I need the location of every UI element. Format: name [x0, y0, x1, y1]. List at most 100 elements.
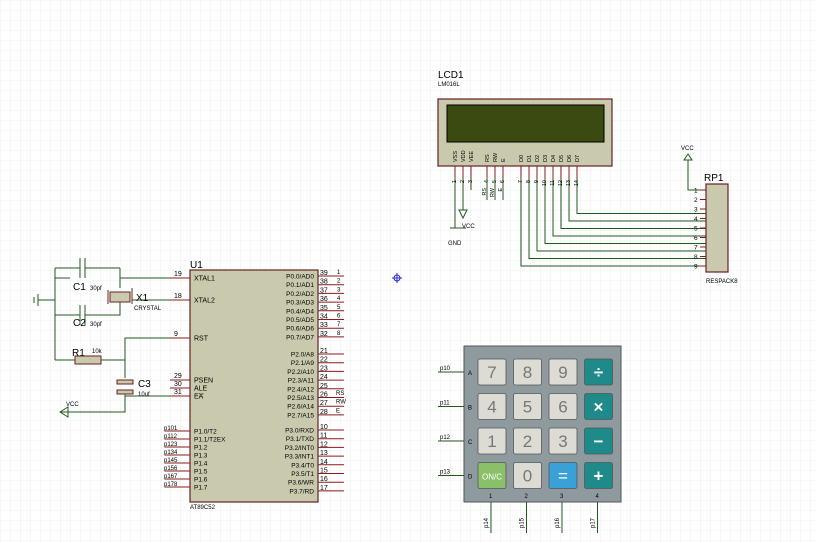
keypad-row-net: p13: [440, 470, 451, 476]
mcu-p1-name: P1.7: [194, 485, 208, 492]
mcu-p2-name: P2.7/A15: [287, 412, 314, 419]
key-label: ÷: [594, 363, 603, 382]
mcu-p0-num: 36: [320, 296, 328, 303]
mcu-p2-num: 24: [320, 374, 328, 381]
key-label: 9: [558, 363, 567, 382]
key-label: 4: [487, 398, 496, 417]
rp-ref: RP1: [704, 173, 724, 184]
key-label: 7: [487, 363, 496, 382]
mcu-p3-num: 15: [320, 468, 328, 475]
lcd-pin-num: 2: [460, 180, 466, 183]
mcu-p1-net: p178: [164, 482, 178, 488]
lcd-pin-name: VDD: [461, 150, 467, 162]
mcu-p1-name: P1.4: [194, 461, 208, 468]
mcu-ref: U1: [190, 260, 203, 271]
mcu-p0-num: 32: [320, 331, 328, 338]
respack-pin-num: 5: [694, 226, 698, 233]
key-label: 0: [523, 467, 532, 486]
rp-part: RESPACK8: [706, 279, 738, 285]
mcu-p3-name: P3.3/INT1: [285, 454, 315, 461]
mcu-part: AT89C52: [190, 505, 216, 511]
key-label: 5: [523, 398, 532, 417]
mcu-p3-num: 16: [320, 476, 328, 483]
mcu-p2-net: E: [336, 408, 340, 414]
mcu-p2-name: P2.3/A11: [288, 378, 315, 385]
mcu-p0-name: P0.3/AD3: [286, 300, 314, 307]
mcu-p3-num: 14: [320, 459, 328, 466]
key-label: ×: [594, 398, 604, 417]
respack-rp1[interactable]: [705, 183, 729, 273]
mcu-p3-name: P3.7/RD: [289, 488, 314, 495]
respack-pin-num: 9: [694, 264, 698, 271]
mcu-p0-name: P0.5/AD5: [286, 317, 314, 324]
lcd-pin-name: D0: [519, 155, 525, 162]
mcu-p2-name: P2.1/A9: [291, 360, 315, 367]
lcd-ctrl-net: E: [498, 188, 504, 192]
mcu-pin-name: RST: [194, 336, 209, 343]
lcd-pin-name: D3: [543, 155, 549, 162]
mcu-p0-num: 35: [320, 305, 328, 312]
mcu-p0-name: P0.4/AD4: [286, 308, 314, 315]
mcu-p1-name: P1.0/T2: [194, 429, 217, 436]
mcu-p0-num: 34: [320, 314, 328, 321]
r1-ref: R1: [72, 348, 85, 359]
c3-ref: C3: [138, 379, 151, 390]
mcu-p0-name: P0.2/AD2: [286, 291, 314, 298]
mcu-pin-num: 29: [174, 373, 182, 380]
lcd-part: LM016L: [438, 82, 460, 88]
mcu-p2-name: P2.4/A12: [287, 386, 314, 393]
x1-value: CRYSTAL: [134, 306, 162, 312]
mcu-pin-name: EA: [194, 394, 204, 401]
lcd-pin-num: 14: [574, 180, 580, 186]
lcd-pin-name: VSS: [453, 151, 459, 162]
mcu-p0-num: 38: [320, 279, 328, 286]
lcd-ctrl-net: RW: [490, 187, 496, 197]
lcd-pin-num: 9: [534, 180, 540, 183]
key-label: +: [594, 467, 604, 486]
mcu-p2-name: P2.5/A13: [287, 395, 314, 402]
mcu-p0-num: 39: [320, 270, 328, 277]
lcd-pin-name: E: [501, 158, 507, 162]
respack-pin-num: 6: [694, 235, 698, 242]
mcu-p1-net: p123: [164, 442, 178, 448]
lcd-pin-name: RS: [485, 154, 491, 162]
keypad-col-net: p17: [591, 517, 597, 528]
mcu-p2-num: 26: [320, 392, 328, 399]
mcu-p2-num: 23: [320, 365, 328, 372]
mcu-p0-name: P0.1/AD1: [286, 282, 314, 289]
lcd-pin-num: 10: [542, 180, 548, 186]
respack-pin-num: 2: [694, 197, 698, 204]
mcu-p3-num: 10: [320, 424, 328, 431]
lcd-pin-num: 12: [558, 180, 564, 186]
mcu-pin-name: XTAL2: [194, 298, 215, 305]
c3-value: 10uf: [138, 392, 150, 398]
mcu-pin-num: 30: [174, 381, 182, 388]
lcd-pin-name: VEE: [469, 151, 475, 162]
mcu-p2-num: 21: [320, 348, 328, 355]
mcu-pin-num: 18: [174, 293, 182, 300]
mcu-pin-num: 9: [174, 331, 178, 338]
respack-body: [705, 183, 729, 273]
lcd-pin-num: 8: [526, 180, 532, 183]
key-label: 1: [487, 432, 496, 451]
mcu-p0-num: 37: [320, 287, 328, 294]
keypad-row-label: B: [468, 406, 472, 412]
r1-value: 10k: [92, 349, 103, 355]
mcu-pin-name: ALE: [194, 386, 208, 393]
mcu-p1-name: P1.6: [194, 477, 208, 484]
mcu-p1-net: p167: [164, 474, 178, 480]
mcu-p3-name: P3.2/INT0: [285, 445, 315, 452]
lcd-pin-name: D1: [527, 155, 533, 162]
keypad-col-net: p15: [520, 517, 526, 528]
lcd-pin-num: 13: [566, 180, 572, 186]
mcu-p1-net: p112: [164, 434, 178, 440]
lcd-screen: [446, 104, 605, 143]
mcu-p2-num: 25: [320, 383, 328, 390]
mcu-p1-net: p145: [164, 458, 178, 464]
lcd-pin-num: 1: [452, 180, 458, 183]
mcu-pin-num: 19: [174, 271, 182, 278]
lcd-pin-num: 7: [518, 180, 524, 183]
mcu-p1-name: P1.5: [194, 469, 208, 476]
lcd-pin-name: RW: [493, 152, 499, 162]
lcd-pin-num: 11: [550, 180, 556, 186]
